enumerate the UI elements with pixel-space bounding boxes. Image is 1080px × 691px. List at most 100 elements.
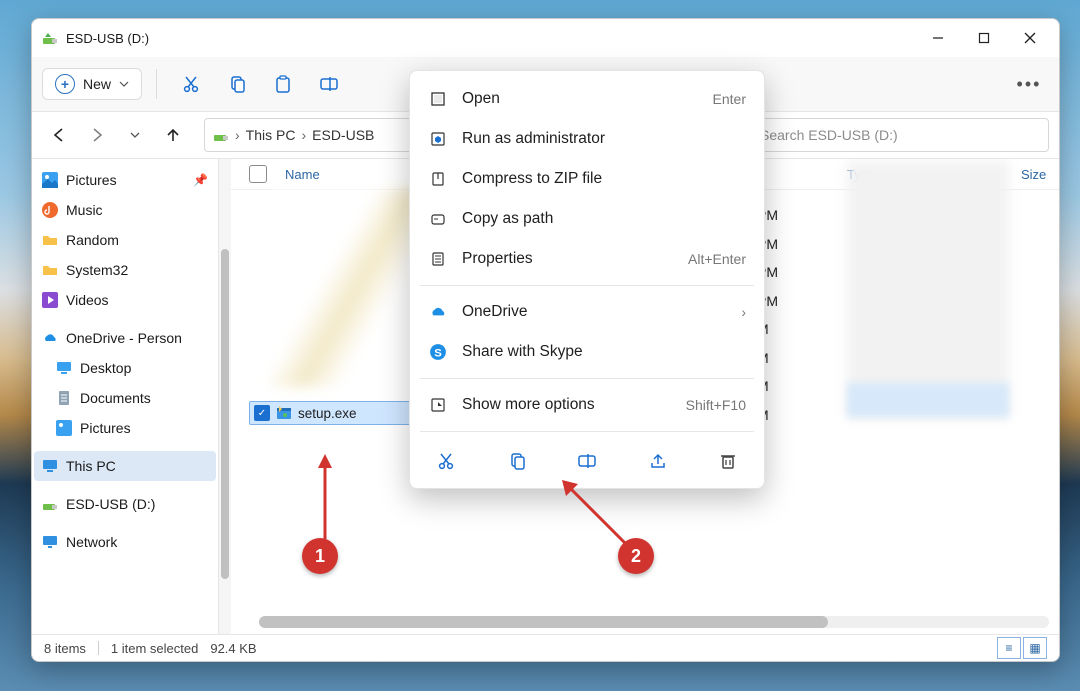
file-row-setup-exe[interactable]: ✓ setup.exe [249,401,429,425]
drive-usb-icon [42,496,58,512]
minimize-button[interactable] [915,22,961,54]
pictures-icon [56,420,72,436]
up-button[interactable] [156,118,190,152]
paste-button[interactable] [263,64,303,104]
chevron-right-icon: › [741,304,746,320]
menu-accelerator: Enter [713,91,746,107]
menu-accelerator: Alt+Enter [688,251,746,267]
recent-locations-button[interactable] [118,118,152,152]
maximize-button[interactable] [961,22,1007,54]
cut-button[interactable] [171,64,211,104]
sidebar-item-network[interactable]: Network [34,527,216,557]
menu-label: Share with Skype [462,343,746,361]
sidebar-item-random[interactable]: Random [34,225,216,255]
desktop-icon [56,360,72,376]
sidebar: Pictures 📌 Music Random System32 Videos [32,159,219,634]
status-bar: 8 items 1 item selected 92.4 KB ≡ ▦ [32,634,1059,661]
this-pc-icon [42,458,58,474]
blurred-files [269,189,419,387]
breadcrumb-drive[interactable]: ESD-USB [312,127,374,143]
blurred-type-column [847,161,1009,419]
menu-accelerator: Shift+F10 [686,397,746,413]
quick-delete-button[interactable] [710,444,746,478]
file-name: setup.exe [298,406,357,421]
sidebar-item-label: Pictures [80,420,131,436]
horizontal-scrollbar[interactable] [259,616,1049,628]
menu-label: Show more options [462,396,672,414]
sidebar-scrollbar[interactable] [219,159,231,634]
search-input[interactable]: Search ESD-USB (D:) [751,118,1049,152]
properties-icon [428,251,448,267]
search-placeholder: Search ESD-USB (D:) [760,127,898,143]
close-button[interactable] [1007,22,1053,54]
menu-run-admin[interactable]: Run as administrator [410,119,764,159]
forward-button[interactable] [80,118,114,152]
sidebar-item-videos[interactable]: Videos [34,285,216,315]
sidebar-item-label: System32 [66,262,128,278]
network-icon [42,534,58,550]
quick-copy-button[interactable] [499,444,535,478]
quick-rename-button[interactable] [569,444,605,478]
menu-label: Copy as path [462,210,746,228]
menu-copy-path[interactable]: Copy as path [410,199,764,239]
sidebar-item-system32[interactable]: System32 [34,255,216,285]
context-menu: Open Enter Run as administrator Compress… [409,70,765,489]
menu-show-more[interactable]: Show more options Shift+F10 [410,385,764,425]
menu-label: Compress to ZIP file [462,170,746,188]
sidebar-item-label: Network [66,534,117,550]
skype-icon: S [428,343,448,361]
chevron-right-icon: › [301,127,306,143]
documents-icon [56,390,72,406]
folder-icon [42,232,58,248]
rename-button[interactable] [309,64,349,104]
folder-icon [42,262,58,278]
icons-view-button[interactable]: ▦ [1023,637,1047,659]
shield-icon [428,131,448,147]
column-size[interactable]: Size [1021,167,1046,182]
sidebar-item-label: This PC [66,458,116,474]
chevron-right-icon: › [235,127,240,143]
sidebar-item-this-pc[interactable]: This PC [34,451,216,481]
more-icon [428,397,448,413]
sidebar-item-music[interactable]: Music [34,195,216,225]
sidebar-item-label: Videos [66,292,109,308]
annotation-badge-1: 1 [302,538,338,574]
annotation-arrow-1 [310,454,340,544]
more-toolbar-button[interactable]: ••• [1009,64,1049,104]
quick-cut-button[interactable] [428,444,464,478]
menu-properties[interactable]: Properties Alt+Enter [410,239,764,279]
blurred-type-selected [847,383,1009,417]
quick-share-button[interactable] [640,444,676,478]
back-button[interactable] [42,118,76,152]
music-icon [42,202,58,218]
plus-icon: + [55,74,75,94]
exe-icon [276,405,292,421]
sidebar-item-label: Random [66,232,119,248]
breadcrumb-this-pc[interactable]: This PC [246,127,296,143]
copy-button[interactable] [217,64,257,104]
details-view-button[interactable]: ≡ [997,637,1021,659]
onedrive-icon [42,330,58,346]
new-button-label: New [83,76,111,92]
status-selected-count: 1 item selected [111,641,198,656]
sidebar-item-pictures2[interactable]: Pictures [34,413,216,443]
menu-label: OneDrive [462,303,727,321]
title-bar: ESD-USB (D:) [32,19,1059,57]
drive-usb-icon [42,30,58,46]
sidebar-item-onedrive[interactable]: OneDrive - Person [34,323,216,353]
open-icon [428,91,448,107]
file-checkbox[interactable]: ✓ [254,405,270,421]
sidebar-item-esd-usb[interactable]: ESD-USB (D:) [34,489,216,519]
sidebar-item-documents[interactable]: Documents [34,383,216,413]
select-all-checkbox[interactable] [249,165,267,183]
sidebar-item-pictures[interactable]: Pictures 📌 [34,165,216,195]
new-button[interactable]: + New [42,68,142,100]
zip-icon [428,171,448,187]
menu-skype[interactable]: S Share with Skype [410,332,764,372]
menu-open[interactable]: Open Enter [410,79,764,119]
menu-onedrive[interactable]: OneDrive › [410,292,764,332]
menu-compress-zip[interactable]: Compress to ZIP file [410,159,764,199]
sidebar-item-label: Music [66,202,103,218]
sidebar-item-desktop[interactable]: Desktop [34,353,216,383]
sidebar-item-label: ESD-USB (D:) [66,496,155,512]
